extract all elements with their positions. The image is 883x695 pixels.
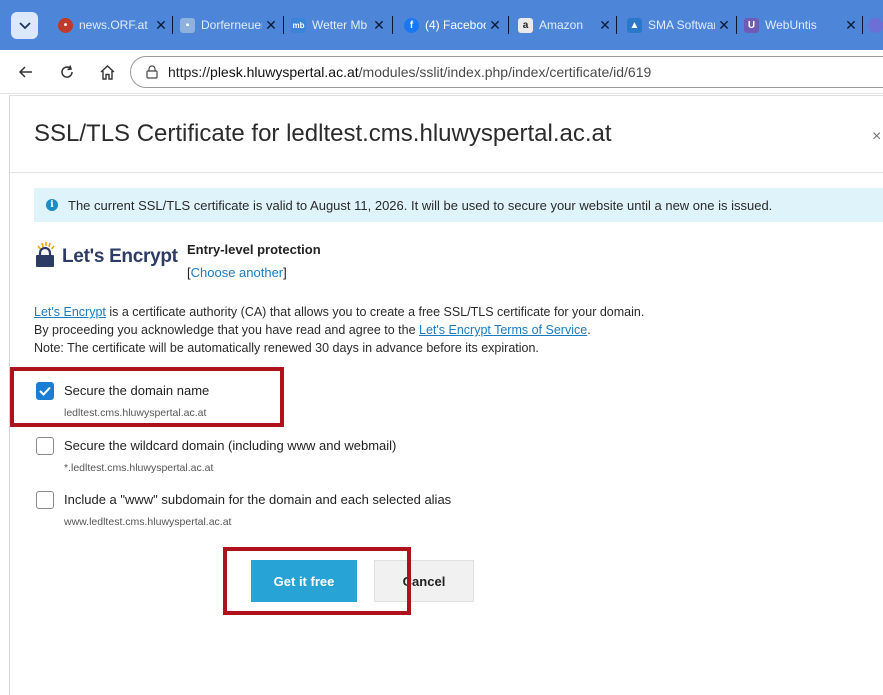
browser-tab[interactable]: f (4) Facebook ✕ bbox=[404, 11, 502, 39]
reload-button[interactable] bbox=[57, 62, 77, 82]
highlight-box bbox=[223, 547, 411, 615]
site-info-icon[interactable] bbox=[145, 65, 159, 79]
tab-separator bbox=[283, 16, 284, 34]
tab-close-icon[interactable]: ✕ bbox=[844, 17, 858, 34]
tab-close-icon[interactable]: ✕ bbox=[598, 17, 612, 34]
browser-tab-strip: • news.ORF.at ✕ ▪ Dorferneuerung ✕ mb We… bbox=[0, 0, 883, 50]
browser-tab[interactable]: ▲ SMA Software ✕ bbox=[627, 11, 731, 39]
home-icon bbox=[100, 64, 114, 80]
lets-encrypt-wordmark: Let's Encrypt bbox=[62, 246, 178, 267]
sma-icon: ▲ bbox=[627, 17, 642, 33]
chevron-down-icon bbox=[18, 21, 31, 29]
protection-level: Entry-level protection bbox=[187, 242, 321, 257]
tab-close-icon[interactable]: ✕ bbox=[264, 17, 278, 34]
option-label: Secure the wildcard domain (including ww… bbox=[64, 438, 397, 453]
back-button[interactable] bbox=[16, 62, 36, 82]
description: Let's Encrypt is a certificate authority… bbox=[34, 305, 645, 355]
option-domain: www.ledltest.cms.hluwyspertal.ac.at bbox=[64, 516, 232, 528]
highlight-box bbox=[10, 367, 284, 427]
webuntis-icon: U bbox=[744, 17, 759, 33]
tab-close-icon[interactable]: ✕ bbox=[717, 17, 731, 34]
reload-icon bbox=[61, 65, 73, 78]
tab-search-button[interactable] bbox=[11, 12, 38, 39]
wildcard-domain-checkbox[interactable] bbox=[36, 437, 54, 455]
tab-separator bbox=[616, 16, 617, 34]
tab-close-icon[interactable]: ✕ bbox=[154, 17, 168, 34]
tab-separator bbox=[736, 16, 737, 34]
globe-icon bbox=[868, 17, 883, 33]
choose-another-link[interactable]: Choose another bbox=[191, 265, 284, 280]
browser-tab[interactable]: a Amazon ✕ bbox=[518, 11, 612, 39]
browser-tab[interactable]: U WebUntis ✕ bbox=[744, 11, 858, 39]
dialog-divider bbox=[10, 172, 883, 173]
orf-icon: • bbox=[58, 17, 73, 33]
address-bar: https://plesk.hluwyspertal.ac.at/modules… bbox=[0, 50, 883, 94]
home-button[interactable] bbox=[97, 62, 117, 82]
back-arrow-icon bbox=[18, 66, 32, 78]
browser-tab[interactable]: mb Wetter Mb ✕ bbox=[291, 11, 386, 39]
tab-separator bbox=[392, 16, 393, 34]
lets-encrypt-logo: Let's Encrypt bbox=[34, 242, 178, 268]
mb-icon: mb bbox=[291, 17, 306, 33]
info-message: i The current SSL/TLS certificate is val… bbox=[34, 188, 883, 222]
dialog-title: SSL/TLS Certificate for ledltest.cms.hlu… bbox=[34, 120, 612, 147]
url-text: https://plesk.hluwyspertal.ac.at/modules… bbox=[168, 64, 652, 80]
lets-encrypt-link[interactable]: Let's Encrypt bbox=[34, 305, 106, 319]
www-subdomain-checkbox[interactable] bbox=[36, 491, 54, 509]
dorf-icon: ▪ bbox=[180, 17, 195, 33]
terms-of-service-link[interactable]: Let's Encrypt Terms of Service bbox=[419, 323, 587, 337]
browser-tab[interactable]: • news.ORF.at ✕ bbox=[58, 11, 168, 39]
close-icon[interactable]: × bbox=[872, 128, 881, 146]
facebook-icon: f bbox=[404, 17, 419, 33]
browser-tab[interactable] bbox=[868, 11, 883, 39]
info-message-text: The current SSL/TLS certificate is valid… bbox=[68, 197, 773, 213]
option-domain: *.ledltest.cms.hluwyspertal.ac.at bbox=[64, 462, 214, 474]
ssl-certificate-dialog: SSL/TLS Certificate for ledltest.cms.hlu… bbox=[9, 95, 883, 695]
browser-tab[interactable]: ▪ Dorferneuerung ✕ bbox=[180, 11, 278, 39]
tab-close-icon[interactable]: ✕ bbox=[372, 17, 386, 34]
padlock-icon bbox=[36, 242, 55, 267]
amazon-icon: a bbox=[518, 17, 533, 33]
option-label: Include a "www" subdomain for the domain… bbox=[64, 492, 452, 507]
tab-separator bbox=[862, 16, 863, 34]
tab-separator bbox=[508, 16, 509, 34]
info-icon: i bbox=[46, 199, 58, 211]
choose-another-wrapper: [Choose another] bbox=[187, 265, 287, 280]
tab-separator bbox=[172, 16, 173, 34]
url-field[interactable]: https://plesk.hluwyspertal.ac.at/modules… bbox=[130, 56, 883, 88]
tab-close-icon[interactable]: ✕ bbox=[488, 17, 502, 34]
